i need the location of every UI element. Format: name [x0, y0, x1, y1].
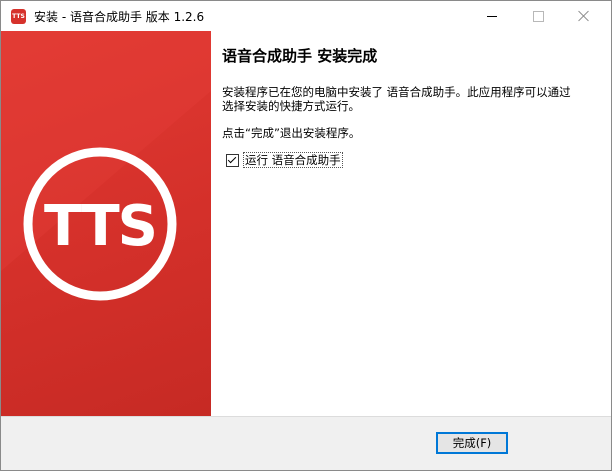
run-app-checkbox-row[interactable]: 运行 语音合成助手 [226, 152, 343, 168]
button-bar: 完成(F) [1, 416, 611, 470]
install-complete-message: 安装程序已在您的电脑中安装了 语音合成助手。此应用程序可以通过选择安装的快捷方式… [222, 85, 571, 113]
finish-button[interactable]: 完成(F) [436, 432, 508, 454]
maximize-button[interactable] [515, 1, 561, 31]
page-title: 语音合成助手 安装完成 [222, 47, 378, 65]
minimize-button[interactable] [469, 1, 515, 31]
window-title: 安装 - 语音合成助手 版本 1.2.6 [34, 10, 205, 24]
maximize-icon [532, 10, 544, 22]
finish-instruction: 点击“完成”退出安装程序。 [222, 126, 361, 140]
run-app-checkbox[interactable] [226, 153, 239, 167]
tts-logo-icon: TTS [1, 31, 211, 301]
tts-logo-text: TTS [44, 194, 156, 259]
app-icon: TTS [11, 9, 26, 24]
wizard-banner: TTS [1, 31, 211, 416]
content-panel: 语音合成助手 安装完成 安装程序已在您的电脑中安装了 语音合成助手。此应用程序可… [211, 31, 611, 416]
installer-window: TTS 安装 - 语音合成助手 版本 1.2.6 TTS 语音合成助手 安装完成… [0, 0, 612, 471]
close-icon [578, 10, 590, 22]
run-app-checkbox-label[interactable]: 运行 语音合成助手 [243, 152, 343, 168]
close-button[interactable] [561, 1, 607, 31]
title-bar: TTS 安装 - 语音合成助手 版本 1.2.6 [1, 1, 611, 31]
minimize-icon [487, 15, 497, 17]
